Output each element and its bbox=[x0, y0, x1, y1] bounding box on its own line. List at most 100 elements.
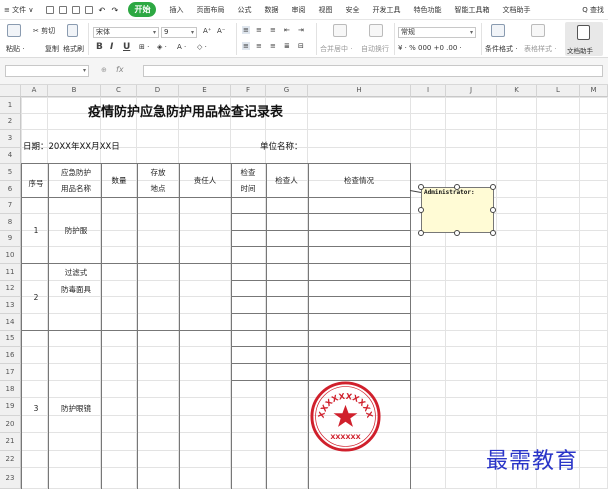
align-left-icon[interactable]: ≡ bbox=[242, 42, 250, 50]
row-header[interactable]: 1 bbox=[0, 97, 21, 114]
align-top-icon[interactable]: ≡ bbox=[242, 26, 250, 34]
row-header[interactable]: 13 bbox=[0, 297, 21, 314]
row-header[interactable]: 6 bbox=[0, 181, 21, 198]
undo-icon[interactable]: ↶ bbox=[98, 6, 106, 15]
search-button[interactable]: Q 查找 bbox=[582, 5, 604, 15]
paste-button[interactable]: 粘贴 · bbox=[6, 44, 24, 54]
underline-button[interactable]: U bbox=[123, 42, 130, 52]
column-header[interactable]: M bbox=[580, 85, 608, 97]
resize-handle[interactable] bbox=[490, 184, 496, 190]
merge-center-button[interactable]: 合并居中 · bbox=[320, 44, 352, 54]
font-size-select[interactable]: 9 ▾ bbox=[161, 27, 197, 38]
align-middle-icon[interactable]: ≡ bbox=[256, 26, 262, 34]
row-header[interactable]: 10 bbox=[0, 247, 21, 264]
row-header[interactable]: 21 bbox=[0, 433, 21, 451]
column-header[interactable]: J bbox=[446, 85, 497, 97]
tab-security[interactable]: 安全 bbox=[345, 5, 359, 15]
tab-smart-toolbox[interactable]: 智能工具箱 bbox=[454, 5, 489, 15]
align-center-icon[interactable]: ≡ bbox=[256, 42, 262, 50]
resize-handle[interactable] bbox=[454, 230, 460, 236]
column-header[interactable]: D bbox=[137, 85, 179, 97]
grow-font-icon[interactable]: A⁺ bbox=[203, 27, 211, 35]
column-header[interactable]: A bbox=[21, 85, 48, 97]
column-header[interactable]: F bbox=[231, 85, 266, 97]
indent-icon[interactable]: ⇤ bbox=[284, 26, 290, 34]
row-header[interactable]: 2 bbox=[0, 114, 21, 130]
tab-developer[interactable]: 开发工具 bbox=[372, 5, 400, 15]
shrink-font-icon[interactable]: A⁻ bbox=[217, 27, 225, 35]
zoom-icon[interactable]: ⊕ bbox=[101, 66, 107, 74]
copy-button[interactable]: 复制 bbox=[45, 44, 59, 54]
column-header[interactable]: G bbox=[266, 85, 308, 97]
paste-icon[interactable] bbox=[7, 24, 21, 37]
formula-input[interactable] bbox=[143, 65, 603, 77]
tab-review[interactable]: 审阅 bbox=[291, 5, 305, 15]
column-header[interactable]: L bbox=[537, 85, 580, 97]
doc-assistant-button[interactable]: 文档助手 bbox=[565, 22, 603, 56]
preview-icon[interactable] bbox=[85, 5, 94, 14]
auto-wrap-button[interactable]: 自动换行 bbox=[361, 44, 389, 54]
italic-button[interactable]: I bbox=[110, 42, 113, 52]
resize-handle[interactable] bbox=[490, 207, 496, 213]
column-header[interactable]: K bbox=[497, 85, 537, 97]
row-header[interactable]: 12 bbox=[0, 281, 21, 297]
cell-comment[interactable]: Administrator: bbox=[421, 187, 494, 233]
border-icon[interactable]: ⊞ · bbox=[139, 43, 149, 51]
row-header[interactable]: 18 bbox=[0, 381, 21, 398]
cut-button[interactable]: ✂ 剪切 bbox=[33, 26, 55, 36]
clear-format-icon[interactable]: ◇ · bbox=[197, 43, 207, 51]
row-header[interactable]: 17 bbox=[0, 364, 21, 381]
distribute-icon[interactable]: ⊟ bbox=[298, 42, 304, 50]
format-painter-icon[interactable] bbox=[67, 24, 78, 37]
column-header[interactable]: I bbox=[411, 85, 446, 97]
row-header[interactable]: 11 bbox=[0, 264, 21, 281]
row-header[interactable]: 9 bbox=[0, 231, 21, 247]
column-header[interactable]: C bbox=[101, 85, 137, 97]
tab-features[interactable]: 特色功能 bbox=[413, 5, 441, 15]
table-style-icon[interactable] bbox=[531, 24, 545, 37]
name-box[interactable]: ▾ bbox=[5, 65, 89, 77]
function-icon[interactable]: fx bbox=[116, 65, 124, 74]
column-header[interactable]: B bbox=[48, 85, 101, 97]
number-format-select[interactable]: 常规 ▾ bbox=[398, 27, 476, 38]
outdent-icon[interactable]: ⇥ bbox=[298, 26, 304, 34]
row-header[interactable]: 16 bbox=[0, 347, 21, 364]
row-header[interactable]: 3 bbox=[0, 130, 21, 148]
row-header[interactable]: 8 bbox=[0, 214, 21, 231]
tab-page-layout[interactable]: 页面布局 bbox=[196, 5, 224, 15]
tab-data[interactable]: 数据 bbox=[264, 5, 278, 15]
align-right-icon[interactable]: ≡ bbox=[270, 42, 276, 50]
font-color-icon[interactable]: A · bbox=[177, 43, 186, 51]
select-all-corner[interactable] bbox=[0, 85, 21, 97]
column-header[interactable]: E bbox=[179, 85, 231, 97]
resize-handle[interactable] bbox=[418, 207, 424, 213]
file-menu[interactable]: ≡ 文件 ∨ bbox=[4, 5, 33, 15]
tab-insert[interactable]: 插入 bbox=[169, 5, 183, 15]
save-icon[interactable] bbox=[46, 5, 55, 14]
redo-icon[interactable]: ↷ bbox=[111, 6, 119, 15]
format-painter-button[interactable]: 格式刷 bbox=[63, 44, 84, 54]
bold-button[interactable]: B bbox=[96, 42, 103, 52]
print-icon[interactable] bbox=[72, 5, 81, 14]
fill-color-icon[interactable]: ◈ · bbox=[157, 43, 167, 51]
justify-icon[interactable]: ≣ bbox=[284, 42, 290, 50]
export-icon[interactable] bbox=[59, 5, 68, 14]
row-header[interactable]: 7 bbox=[0, 198, 21, 214]
number-format-buttons[interactable]: ¥ · % 000 +0 .00 · bbox=[398, 44, 462, 52]
row-header[interactable]: 4 bbox=[0, 148, 21, 164]
resize-handle[interactable] bbox=[490, 230, 496, 236]
auto-wrap-icon[interactable] bbox=[369, 24, 383, 37]
tab-doc-assistant[interactable]: 文档助手 bbox=[502, 5, 530, 15]
resize-handle[interactable] bbox=[454, 184, 460, 190]
row-header[interactable]: 5 bbox=[0, 164, 21, 181]
row-header[interactable]: 22 bbox=[0, 451, 21, 468]
merge-center-icon[interactable] bbox=[333, 24, 347, 37]
resize-handle[interactable] bbox=[418, 184, 424, 190]
conditional-format-button[interactable]: 条件格式 · bbox=[485, 44, 517, 54]
row-header[interactable]: 15 bbox=[0, 331, 21, 347]
tab-formula[interactable]: 公式 bbox=[237, 5, 251, 15]
resize-handle[interactable] bbox=[418, 230, 424, 236]
row-header[interactable]: 14 bbox=[0, 314, 21, 331]
row-header[interactable]: 23 bbox=[0, 468, 21, 489]
row-header[interactable]: 20 bbox=[0, 416, 21, 433]
